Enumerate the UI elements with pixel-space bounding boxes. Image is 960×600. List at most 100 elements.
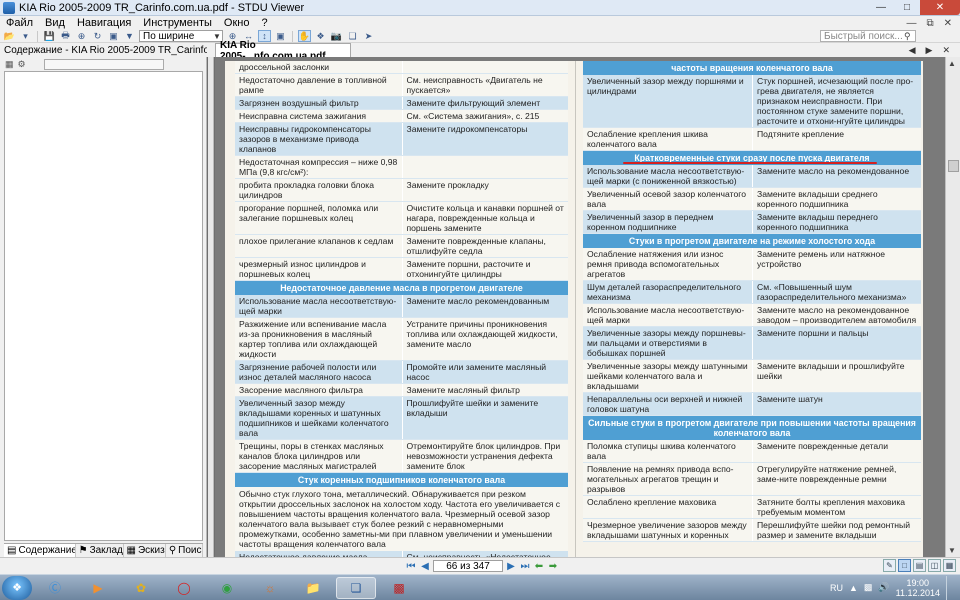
contents-tab-icon: ▤ (7, 545, 17, 556)
tab-search-label: Поис (178, 545, 202, 556)
table-row: Ослабление крепления шкива коленчатого в… (583, 128, 921, 151)
menu-window[interactable]: Окно (218, 17, 256, 29)
media-player-taskbar-icon[interactable]: ▶ (78, 577, 118, 599)
table-row: Использование масла несоответствую-щей м… (583, 304, 921, 327)
close-tab-icon[interactable]: ✕ (942, 45, 950, 56)
remedy-cell (401, 156, 569, 178)
remedy-cell: Затяните болты крепления маховика требуе… (752, 496, 921, 518)
fault-cell: Увеличенный осевой зазор коленчатого вал… (587, 189, 746, 209)
fault-cell: Разжижение или вспенивание масла из-за п… (239, 319, 387, 359)
menu-navigation[interactable]: Навигация (71, 17, 137, 29)
mdi-minimize-icon[interactable]: — (906, 18, 916, 29)
contents-filter-field[interactable] (43, 58, 164, 70)
facing-icon[interactable]: ◫ (928, 559, 941, 572)
facing-continuous-icon[interactable]: ▦ (943, 559, 956, 572)
app-window: KIA Rio 2005-2009 TR_Carinfo.com.ua.pdf … (0, 0, 960, 600)
open-folder-icon[interactable]: 📂 (3, 30, 16, 42)
table-row: Чрезмерное увеличение зазоров между вкла… (583, 519, 921, 542)
chrome-taskbar-icon[interactable]: ◉ (207, 577, 247, 599)
table-row: Недостаточная компрессия – ниже 0,98 МПа… (235, 156, 568, 179)
language-indicator[interactable]: RU (830, 583, 843, 593)
dropdown-arrow-icon[interactable]: ▾ (19, 30, 32, 42)
search-tab-icon: ⚲ (168, 545, 177, 556)
first-page-icon[interactable]: ⏮ (405, 561, 417, 572)
fit-page-icon[interactable]: ▣ (107, 30, 120, 42)
contents-tree[interactable] (4, 71, 203, 541)
zoom-select[interactable]: По ширине ▼ (139, 30, 223, 42)
minimize-button[interactable]: — (868, 0, 894, 15)
scroll-right-icon[interactable]: ▶ (926, 45, 933, 56)
tab-search[interactable]: ⚲ Поис (166, 544, 203, 557)
network-icon[interactable]: ▩ (864, 582, 873, 593)
prev-page-icon[interactable]: ◀ (419, 561, 431, 572)
explorer-taskbar-icon[interactable]: 📁 (293, 577, 333, 599)
opera-taskbar-icon[interactable]: ◯ (164, 577, 204, 599)
scroll-left-icon[interactable]: ◀ (909, 45, 916, 56)
clock[interactable]: 19:00 11.12.2014 (896, 578, 940, 598)
forward-icon[interactable]: ➡ (547, 561, 559, 572)
stdu-viewer-taskbar-icon[interactable]: ❏ (336, 576, 376, 599)
tab-contents[interactable]: ▤ Содержание (4, 544, 76, 557)
pencil-icon[interactable]: ✎ (883, 559, 896, 572)
print-icon[interactable]: 🖶 (59, 30, 72, 42)
tab-thumbnails[interactable]: ▦ Эскиз (124, 544, 166, 557)
fault-cell: Ослаблено крепление маховика (587, 497, 717, 507)
save-icon[interactable]: 💾 (43, 30, 56, 42)
next-page-icon[interactable]: ▶ (505, 561, 517, 572)
menu-bar: Файл Вид Навигация Инструменты Окно ? — … (0, 16, 960, 30)
taskbar: ❖ Ⓒ ▶ ✿ ◯ ◉ ☼ 📁 ❏ ▩ RU ▲ ▩ 🔊 19:00 11.12… (0, 574, 960, 600)
mdi-close-icon[interactable]: ✕ (944, 18, 952, 29)
table-row: Неисправны гидрокомпенсаторы зазоров в м… (235, 123, 568, 156)
page-number-field[interactable]: 66 из 347 (433, 560, 503, 572)
fault-cell: Ослабление крепления шкива коленчатого в… (587, 129, 708, 149)
panel-splitter[interactable] (208, 57, 214, 557)
table-row: Использование масла несоответствую-щей м… (235, 295, 568, 318)
search-icon[interactable]: ⚲ (904, 31, 915, 42)
short-knock-table: Использование масла несоответствую-щей м… (583, 165, 921, 234)
document-tab[interactable]: KIA Rio 2005-...nfo.com.ua.pdf (215, 40, 351, 62)
menu-tools[interactable]: Инструменты (137, 17, 218, 29)
document-viewer[interactable]: дроссельной заслонки Недостаточно давлени… (215, 57, 945, 557)
tree-expand-icon[interactable]: ▦ (5, 59, 14, 70)
menu-file[interactable]: Файл (0, 17, 39, 29)
rotate-icon[interactable]: ↻ (91, 30, 104, 42)
fault-cell: чрезмерный износ цилиндров и поршневых к… (239, 259, 366, 279)
vertical-scrollbar[interactable]: ▲ ▼ (945, 57, 960, 557)
mdi-restore-icon[interactable]: ⧉ (926, 18, 933, 29)
red-app-taskbar-icon[interactable]: ▩ (379, 577, 419, 599)
tree-settings-icon[interactable]: ⚙ (18, 59, 26, 70)
zoom-in-icon[interactable]: ⊕ (75, 30, 88, 42)
continuous-icon[interactable]: ▤ (913, 559, 926, 572)
go-to-icon[interactable]: ➤ (362, 30, 375, 42)
tab-bookmarks[interactable]: ⚑ Заклад (76, 544, 124, 557)
ie-taskbar-icon[interactable]: Ⓒ (35, 577, 75, 599)
paint-taskbar-icon[interactable]: ✿ (121, 577, 161, 599)
table-row: Трещины, поры в стенках масляных каналов… (235, 440, 568, 473)
volume-icon[interactable]: 🔊 (878, 582, 889, 593)
scroll-up-icon[interactable]: ▲ (948, 59, 956, 68)
back-icon[interactable]: ⬅ (533, 561, 545, 572)
single-page-icon[interactable]: □ (898, 559, 911, 572)
close-button[interactable]: ✕ (920, 0, 960, 15)
zoom-menu-icon[interactable]: ▼ (123, 30, 136, 42)
quick-search-input[interactable]: Быстрый поиск... ⚲ (820, 30, 916, 42)
tab-contents-label: Содержание (18, 545, 76, 556)
last-page-icon[interactable]: ⏭ (519, 561, 531, 572)
start-button[interactable]: ❖ (2, 575, 32, 600)
fault-cell: Появление на ремнях привода вспо-могател… (587, 464, 734, 494)
maximize-button[interactable]: □ (894, 0, 920, 15)
tab-controls: ◀ ▶ ✕ (909, 43, 960, 57)
show-desktop-button[interactable] (946, 575, 954, 600)
tray-arrow-icon[interactable]: ▲ (849, 583, 858, 593)
remedy-cell: Замените масло рекомендованным (401, 295, 569, 317)
remedy-cell: Замените масляный фильтр (401, 384, 569, 396)
toolbar: 📂 ▾ 💾 🖶 ⊕ ↻ ▣ ▼ По ширине ▼ ⊕ ↔ ↕ ▣ ✋ ❖ … (0, 30, 960, 43)
scroll-thumb[interactable] (948, 160, 959, 172)
menu-help[interactable]: ? (255, 17, 273, 29)
remedy-cell: Устраните причины проникновения топлива … (401, 318, 569, 360)
remedy-cell: Замените ремень или натяжное устройство (752, 248, 921, 280)
scroll-down-icon[interactable]: ▼ (948, 546, 956, 555)
remedy-cell: См. «Система зажигания», с. 215 (401, 110, 569, 122)
table-row: Шум деталей газораспределительного механ… (583, 281, 921, 304)
firefox-taskbar-icon[interactable]: ☼ (250, 577, 290, 599)
